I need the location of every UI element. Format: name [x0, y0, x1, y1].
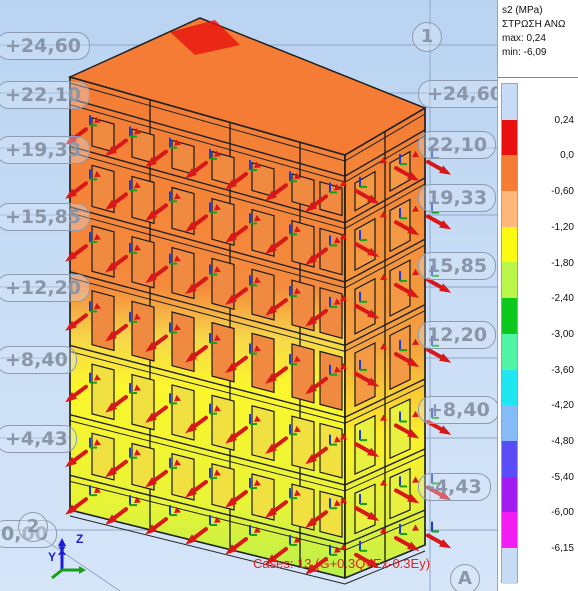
level-label-left: +24,60	[0, 32, 91, 60]
legend-value: -1,20	[551, 221, 574, 233]
level-label-left: +19,33	[0, 136, 91, 164]
level-label-right: +24,60	[418, 80, 497, 108]
level-label-left: +4,43	[0, 425, 77, 453]
color-swatch	[502, 547, 517, 584]
legend-value: -6,15	[551, 543, 574, 555]
grid-axis-a-label: A	[450, 564, 480, 591]
color-swatch	[502, 226, 517, 263]
stress-legend-panel: s2 (MPa) ΣΤΡΩΣΗ ΑΝΩ max: 0,24 min: -6,09…	[497, 0, 578, 591]
level-label-left: +8,40	[0, 346, 77, 374]
level-label-left: +22,10	[0, 81, 91, 109]
window-opening	[171, 311, 195, 373]
level-label-left: +12,20	[0, 274, 91, 302]
color-swatch	[502, 333, 517, 370]
load-case-label: Cases: 13 (G+0.3Q+Ex-0.3Ey)	[253, 556, 431, 571]
window-opening	[171, 384, 195, 441]
level-label-right: 22,10	[418, 131, 497, 159]
triad-y-label: Y	[48, 550, 57, 564]
window-opening	[251, 332, 275, 394]
level-label-right: +8,40	[418, 396, 497, 424]
color-swatch	[502, 369, 517, 406]
color-swatch	[502, 84, 517, 120]
window-opening	[211, 321, 235, 383]
color-swatch	[502, 476, 517, 513]
color-swatch	[502, 298, 517, 334]
color-swatch	[502, 512, 517, 548]
legend-separator	[498, 77, 578, 78]
grid-axis-1-label: 1	[412, 22, 442, 52]
level-label-right: -4,43	[418, 473, 491, 501]
legend-min: min: -6,09	[502, 47, 547, 58]
legend-value: -2,40	[551, 293, 574, 305]
window-opening	[131, 300, 155, 362]
legend-value: -5,40	[551, 471, 574, 483]
legend-value: -4,20	[551, 400, 574, 412]
axis-triad: X Y Z	[46, 530, 96, 582]
window-opening	[131, 373, 155, 431]
level-label-left: +15,85	[0, 203, 91, 231]
3d-viewport[interactable]: +24,60 +22,10 +19,33 +15,85 +12,20 +8,40 +4,43…	[0, 0, 497, 591]
legend-value: 0,0	[560, 150, 574, 162]
legend-title: s2 (MPa)	[502, 5, 543, 16]
color-swatch	[502, 262, 517, 299]
legend-value: -3,00	[551, 328, 574, 340]
window-opening	[211, 394, 235, 451]
legend-value: -3,60	[551, 364, 574, 376]
color-swatch	[502, 119, 517, 156]
legend-value: -1,80	[551, 257, 574, 269]
color-swatch	[502, 405, 517, 441]
legend-value: -4,80	[551, 436, 574, 447]
triad-z-label: Z	[76, 532, 84, 546]
color-swatch	[502, 440, 517, 477]
triad-x-label: X	[58, 544, 67, 558]
level-label-right: 12,20	[418, 321, 497, 349]
legend-value: 0,24	[554, 114, 574, 126]
legend-subtitle: ΣΤΡΩΣΗ ΑΝΩ	[502, 19, 566, 30]
window-opening	[291, 343, 315, 404]
window-opening	[91, 289, 115, 352]
window-opening	[91, 363, 115, 421]
legend-value: -0,60	[551, 186, 574, 198]
grid-axis-2-label: 2	[18, 512, 48, 542]
color-scale-bar	[501, 83, 518, 584]
color-swatch	[502, 155, 517, 192]
legend-max: max: 0,24	[502, 33, 546, 44]
color-swatch	[502, 191, 517, 227]
level-label-right: 15,85	[418, 252, 497, 280]
level-label-right: 19,33	[418, 184, 497, 212]
legend-value: -6,00	[551, 507, 574, 519]
